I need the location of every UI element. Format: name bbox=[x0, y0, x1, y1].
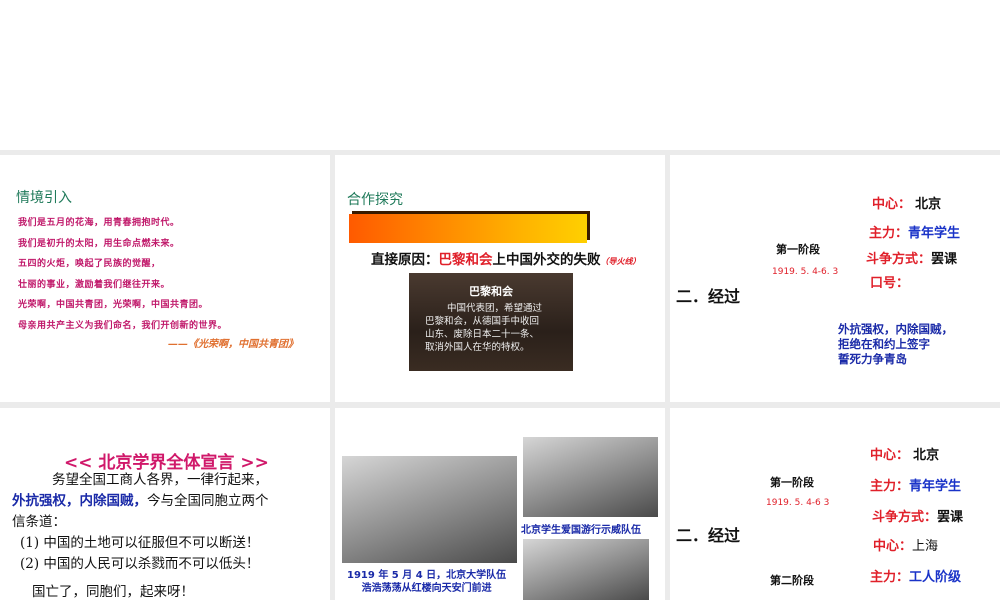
stage1-date: 1919. 5. 4-6 3 bbox=[766, 498, 830, 508]
center-row: 中心： 北京 bbox=[872, 197, 942, 212]
stage-date: 1919. 5. 4-6. 3 bbox=[772, 267, 839, 277]
slide-thumbnail-6[interactable]: 二．经过 第一阶段 1919. 5. 4-6 3 第二阶段 中心： 北京 主力：… bbox=[670, 408, 1000, 600]
stage-label: 第一阶段 bbox=[776, 243, 820, 256]
parade-caption: 北京学生爱国游行示威队伍 bbox=[521, 525, 641, 536]
poem-line: 我们是五月的花海，用青春拥抱时代。 bbox=[18, 218, 180, 228]
poem-line: 我们是初升的太阳，用生命点燃未来。 bbox=[18, 238, 180, 249]
force-row: 主力：青年学生 bbox=[869, 226, 961, 241]
slide-thumbnail-5[interactable]: 1919 年 5 月 4 日，北京大学队伍 浩浩荡荡从红楼向天安门前进 北京学生爱… bbox=[335, 408, 665, 600]
force1-row: 主力：青年学生 bbox=[870, 479, 962, 494]
image-title: 巴黎和会 bbox=[469, 285, 513, 298]
paris-conference-image: 巴黎和会 中国代表团，希望通过 巴黎和会，从德国手中收回 山东、废除日本二十一条… bbox=[409, 273, 573, 371]
orange-banner bbox=[349, 214, 587, 243]
slide-thumbnail-1[interactable]: 情境引入 我们是五月的花海，用青春拥抱时代。 我们是初升的太阳，用生命点燃未来。… bbox=[0, 155, 330, 402]
center1-row: 中心： 北京 bbox=[870, 448, 940, 463]
slide-heading: 情境引入 bbox=[16, 190, 72, 206]
slide-thumbnail-4[interactable]: << 北京学界全体宣言 >> 务望全国工商人各界，一律行起来， 外抗强权，内除国… bbox=[0, 408, 330, 600]
students-photo bbox=[523, 539, 649, 600]
section-title: 二．经过 bbox=[676, 526, 741, 545]
poem-source: ——《光荣啊，中国共青团》 bbox=[168, 339, 298, 350]
method-row: 斗争方式：罢课 bbox=[866, 252, 958, 267]
image-caption: 中国代表团，希望通过 巴黎和会，从德国手中收回 山东、废除日本二十一条、 取消外… bbox=[425, 303, 543, 353]
slide-heading: 合作探究 bbox=[347, 192, 403, 208]
stage2-label: 第二阶段 bbox=[770, 574, 814, 587]
poem-line: 五四的火炬，唤起了民族的觉醒， bbox=[18, 259, 161, 269]
slogan-label: 口号： bbox=[870, 276, 910, 291]
declaration-body: 务望全国工商人各界，一律行起来， 外抗强权，内除国贼，今与全国同胞立两个 信条道… bbox=[12, 472, 269, 600]
direct-cause: 直接原因：巴黎和会上中国外交的失败（导火线） bbox=[371, 252, 641, 268]
poem-line: 光荣啊，中国共青团，光荣啊，中国共青团。 bbox=[18, 300, 209, 310]
poem-line: 母亲用共产主义为我们命名，我们开创新的世界。 bbox=[18, 320, 228, 331]
march-photo bbox=[342, 456, 517, 563]
section-title: 二．经过 bbox=[676, 287, 741, 306]
method1-row: 斗争方式：罢课 bbox=[872, 510, 964, 525]
main-photo-caption: 1919 年 5 月 4 日，北京大学队伍 浩浩荡荡从红楼向天安门前进 bbox=[347, 570, 507, 594]
slogans: 外抗强权，内除国贼， 拒绝在和约上签字 誓死力争青岛 bbox=[838, 322, 953, 366]
poem-line: 壮丽的事业，激励着我们继往开来。 bbox=[18, 279, 171, 290]
parade-photo bbox=[523, 437, 658, 517]
center2-row: 中心：上海 bbox=[873, 539, 939, 554]
slide-thumbnail-3[interactable]: 二．经过 第一阶段 1919. 5. 4-6. 3 中心： 北京 主力：青年学生… bbox=[670, 155, 1000, 402]
poem: 我们是五月的花海，用青春拥抱时代。 我们是初升的太阳，用生命点燃未来。 五四的火… bbox=[18, 213, 227, 336]
force2-row: 主力：工人阶级 bbox=[870, 570, 962, 585]
stage1-label: 第一阶段 bbox=[770, 476, 814, 489]
slide-thumbnail-2[interactable]: 合作探究 直接原因：巴黎和会上中国外交的失败（导火线） 巴黎和会 中国代表团，希… bbox=[335, 155, 665, 402]
